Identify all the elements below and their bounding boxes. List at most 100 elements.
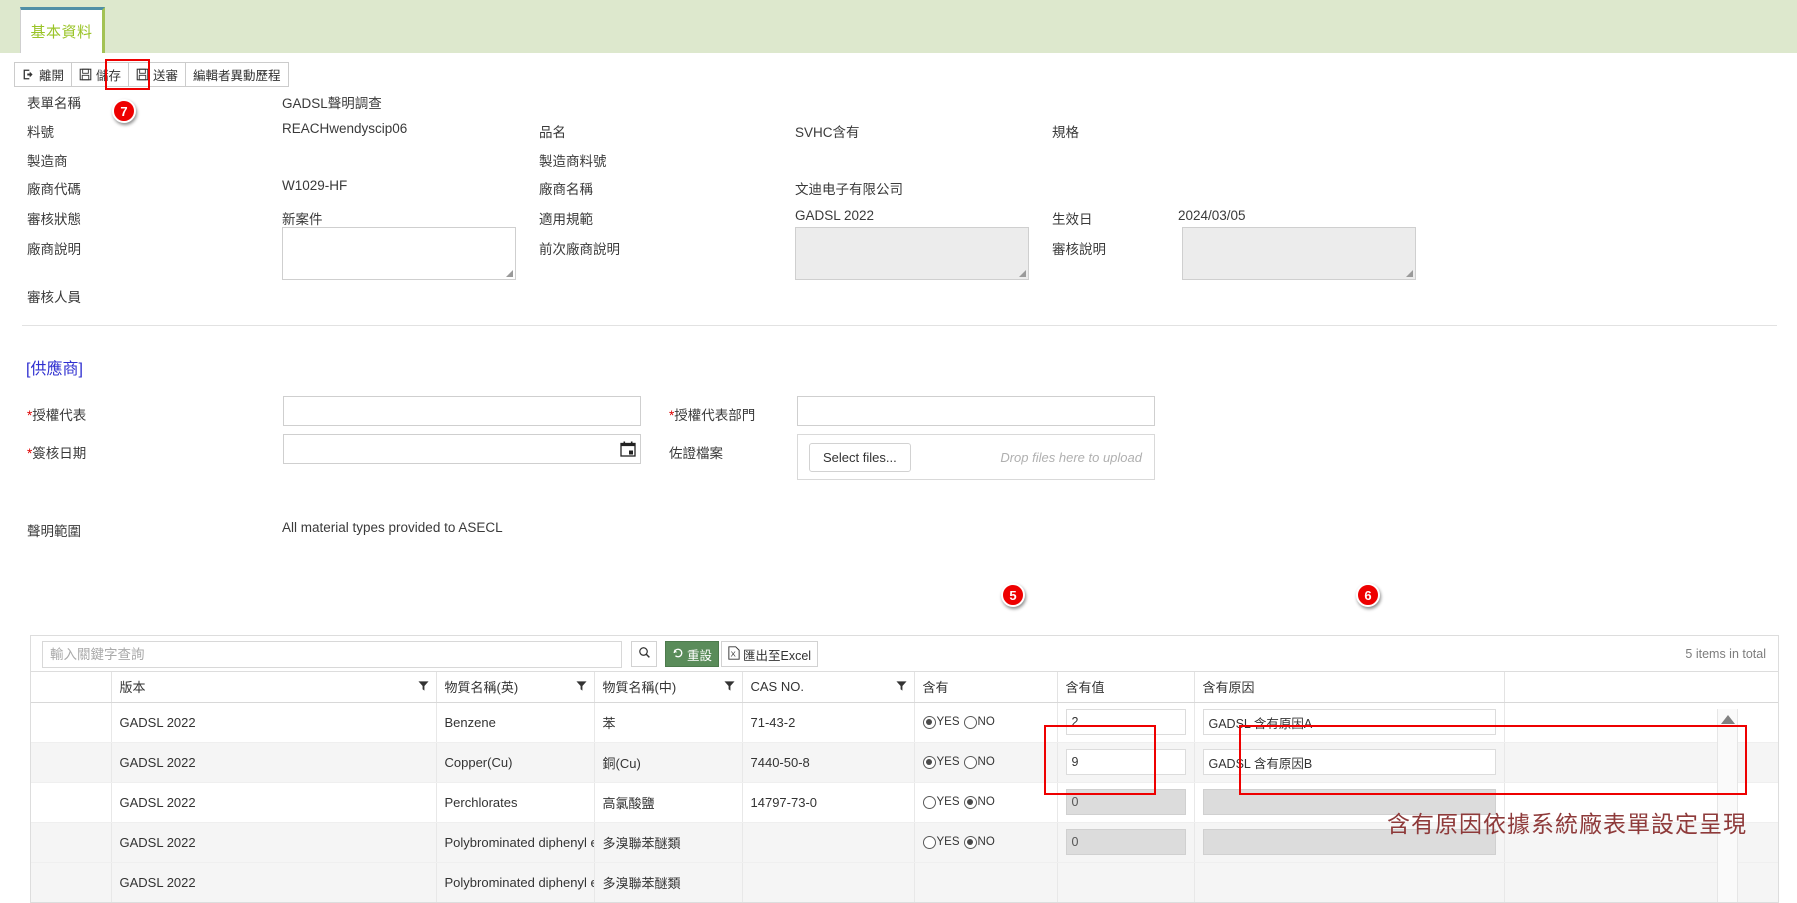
filter-icon-name-zh[interactable] [723,679,735,694]
cell-contains[interactable]: YES NO [914,782,1058,823]
svg-text:X: X [731,649,736,658]
contains-radio-group[interactable]: YES NO [922,795,1049,809]
leave-button[interactable]: 離開 [14,62,73,87]
radio-no-icon[interactable] [963,795,977,809]
label-review-status: 審核狀態 [27,212,81,227]
row-select-cell[interactable] [31,702,112,743]
contains-reason-input[interactable] [1202,749,1496,775]
auth-dept-input[interactable] [797,396,1155,426]
reset-button[interactable]: 重設 [665,641,720,667]
export-excel-button[interactable]: X 匯出至Excel [721,641,819,667]
contains-yes-option[interactable]: YES [922,835,960,849]
cell-name-zh: 銅(Cu) [594,742,743,783]
filter-icon-version[interactable] [417,679,429,694]
filter-icon-cas[interactable] [895,679,907,694]
contains-value-input[interactable] [1065,749,1186,775]
contains-yes-option[interactable]: YES [922,795,960,809]
radio-no-icon[interactable] [963,755,977,769]
auth-rep-input[interactable] [283,396,641,426]
export-excel-label: 匯出至Excel [743,648,812,663]
contains-yes-option[interactable]: YES [922,755,960,769]
scroll-up-arrow-icon[interactable] [1721,715,1735,724]
cell-version: GADSL 2022 [111,822,437,863]
label-spec: 規格 [1052,125,1079,140]
row-select-cell[interactable] [31,862,112,902]
file-dropzone[interactable]: Select files... Drop files here to uploa… [797,434,1155,480]
contains-no-option[interactable]: NO [963,715,995,729]
save-button[interactable]: 儲存 [71,62,130,87]
contains-value-input[interactable] [1065,709,1186,735]
radio-yes-icon[interactable] [922,715,936,729]
radio-yes-icon[interactable] [922,755,936,769]
cell-contains-reason[interactable] [1194,702,1505,743]
radio-no-label: NO [977,836,995,848]
radio-no-label: NO [977,796,995,808]
cell-name-en: Polybrominated diphenyl ethe [436,822,595,863]
calendar-icon[interactable] [620,441,636,457]
radio-no-icon[interactable] [963,835,977,849]
grid-toolbar: 重設 X 匯出至Excel 5 items in total [31,636,1778,672]
save-button-label: 儲存 [96,69,122,83]
contains-yes-option[interactable]: YES [922,715,960,729]
value-applicable-spec: GADSL 2022 [795,208,875,223]
vendor-desc-textarea[interactable] [282,227,516,280]
label-effective-date: 生效日 [1052,212,1093,227]
cell-contains-reason[interactable] [1194,742,1505,783]
col-cas: CAS NO. [742,672,915,703]
contains-no-option[interactable]: NO [963,755,995,769]
label-attachment: 佐證檔案 [669,446,723,461]
radio-yes-icon[interactable] [922,795,936,809]
search-button[interactable] [631,641,657,667]
tab-basic-info[interactable]: 基本資料 [20,7,105,53]
items-total-text: 5 items in total [1685,647,1766,661]
contains-radio-group[interactable]: YES NO [922,835,1049,849]
cell-contains-value [1057,862,1195,902]
row-select-cell[interactable] [31,782,112,823]
radio-yes-icon[interactable] [922,835,936,849]
contains-radio-group[interactable]: YES NO [922,715,1049,729]
table-row[interactable]: GADSL 2022 Polybrominated diphenyl ethe … [31,862,1778,902]
cell-name-en: Copper(Cu) [436,742,595,783]
cell-version: GADSL 2022 [111,742,437,783]
table-row[interactable]: GADSL 2022 Copper(Cu) 銅(Cu) 7440-50-8 YE… [31,742,1778,783]
table-row[interactable]: GADSL 2022 Benzene 苯 71-43-2 YES NO [31,702,1778,743]
cell-cas: 14797-73-0 [742,782,915,823]
submit-review-button[interactable]: 送審 [128,62,187,87]
value-declaration-scope: All material types provided to ASECL [282,520,503,535]
cell-contains[interactable]: YES NO [914,822,1058,863]
cell-version: GADSL 2022 [111,702,437,743]
col-cas-label: CAS NO. [750,679,804,695]
contains-no-option[interactable]: NO [963,795,995,809]
value-effective-date: 2024/03/05 [1178,208,1246,223]
radio-yes-label: YES [936,756,960,768]
cell-contains-value[interactable] [1057,702,1195,743]
drop-hint-text: Drop files here to upload [1000,449,1142,465]
sign-date-input[interactable] [283,434,641,464]
editor-change-history-button[interactable]: 編輯者異動歷程 [185,62,289,87]
contains-radio-group[interactable]: YES NO [922,755,1049,769]
reset-button-label: 重設 [687,648,713,663]
cell-contains [914,862,1058,902]
table-header-row: 版本 物質名稱(英) 物質名稱(中) CAS NO. 含有 含有值 含有原因 [31,672,1778,703]
floppy-icon [136,68,149,81]
cell-contains[interactable]: YES NO [914,742,1058,783]
cell-cas: 7440-50-8 [742,742,915,783]
value-product-name: SVHC含有 [795,125,860,140]
search-input[interactable] [42,641,622,668]
editor-change-history-label: 編輯者異動歷程 [193,69,281,83]
contains-reason-input[interactable] [1202,709,1496,735]
row-select-cell[interactable] [31,742,112,783]
cell-contains-value[interactable] [1057,742,1195,783]
contains-value-input [1065,829,1186,855]
section-divider [22,325,1777,326]
contains-no-option[interactable]: NO [963,835,995,849]
filter-icon-name-en[interactable] [575,679,587,694]
select-files-button[interactable]: Select files... [809,442,911,472]
cell-name-zh: 多溴聯苯醚類 [594,822,743,863]
supplier-section-title: [供應商] [26,361,83,378]
row-select-cell[interactable] [31,822,112,863]
radio-no-icon[interactable] [963,715,977,729]
submit-review-button-label: 送審 [153,69,179,83]
col-name-en-label: 物質名稱(英) [444,680,519,696]
cell-contains[interactable]: YES NO [914,702,1058,743]
